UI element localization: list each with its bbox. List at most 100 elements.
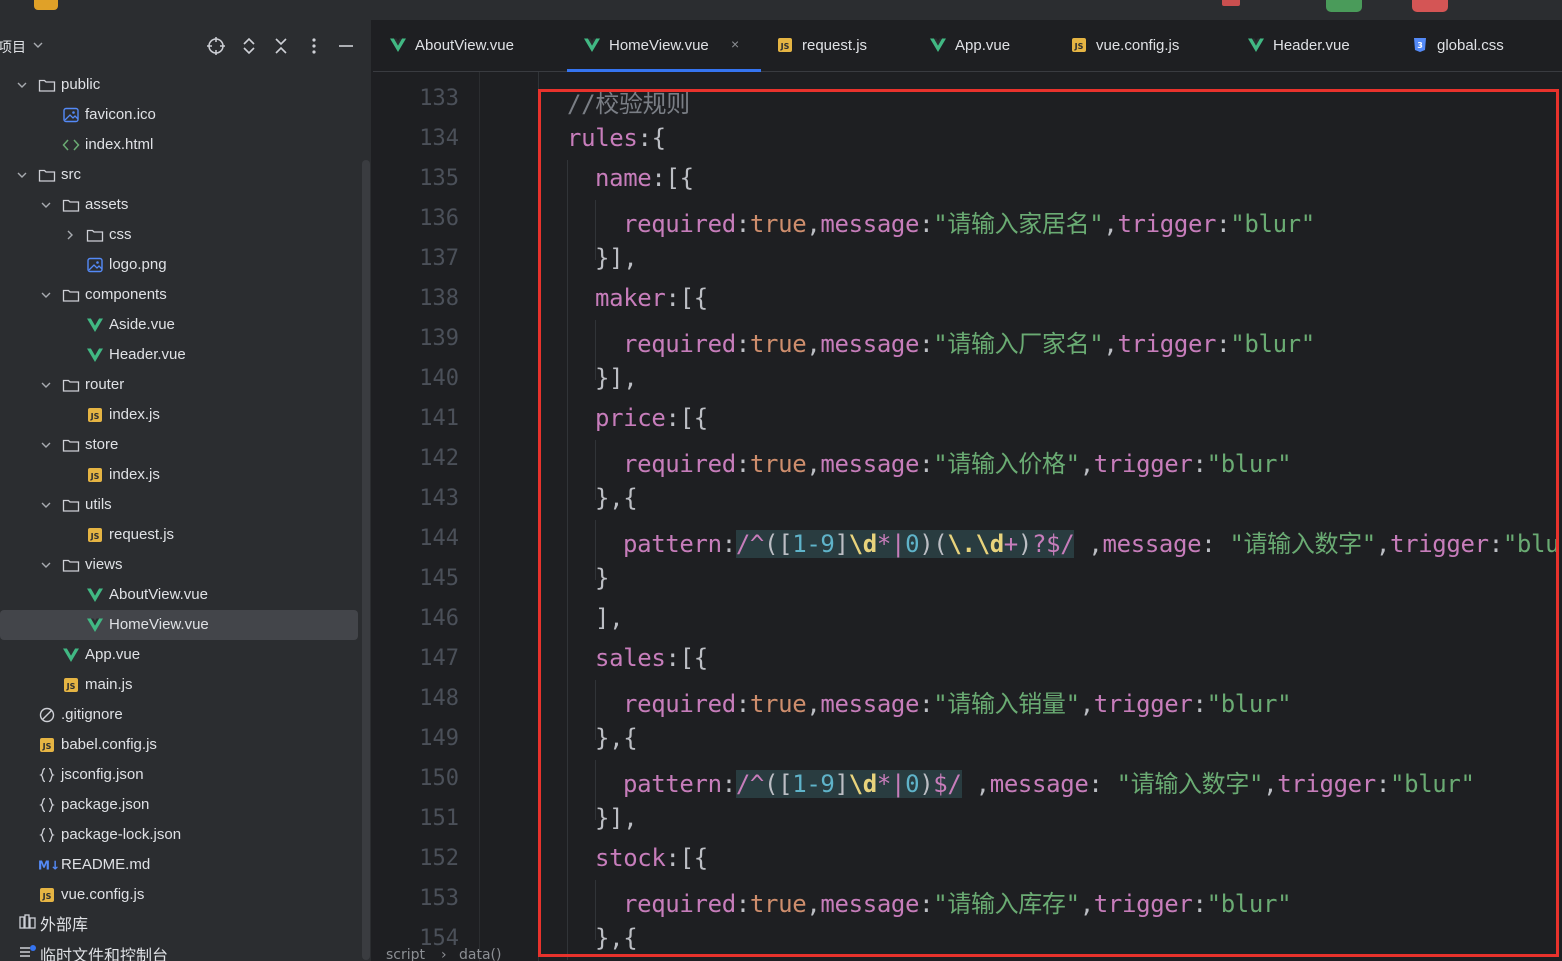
collapse-all-icon[interactable] [270, 35, 292, 57]
locate-icon[interactable] [205, 35, 227, 57]
stop-button[interactable] [1412, 0, 1448, 12]
more-options-icon[interactable] [303, 35, 325, 57]
line-number[interactable]: 143 [393, 486, 459, 511]
tree-folder-item[interactable]: utils [0, 490, 358, 520]
expand-all-icon[interactable] [238, 35, 260, 57]
line-number[interactable]: 136 [393, 206, 459, 231]
chevron-down-icon[interactable] [40, 499, 52, 511]
line-number[interactable]: 144 [393, 526, 459, 551]
tree-folder-item[interactable]: store [0, 430, 358, 460]
tree-file-item[interactable]: App.vue [0, 640, 358, 670]
chevron-down-icon[interactable] [40, 439, 52, 451]
tree-item-label: favicon.ico [85, 106, 156, 123]
tree-file-item[interactable]: Aside.vue [0, 310, 358, 340]
line-number[interactable]: 133 [393, 86, 459, 111]
run-button[interactable] [1326, 0, 1362, 12]
folder-icon [62, 287, 80, 303]
chevron-down-icon[interactable] [40, 289, 52, 301]
line-number[interactable]: 138 [393, 286, 459, 311]
line-number[interactable]: 135 [393, 166, 459, 191]
chevron-down-icon[interactable] [40, 559, 52, 571]
tree-file-item[interactable]: M↓ README.md [0, 850, 358, 880]
tree-file-item[interactable]: index.html [0, 130, 358, 160]
chevron-down-icon[interactable] [16, 169, 28, 181]
editor-tab[interactable]: AboutView.vue [389, 20, 559, 72]
tree-file-item[interactable]: JS index.js [0, 400, 358, 430]
tree-folder-item[interactable]: components [0, 280, 358, 310]
line-number[interactable]: 147 [393, 646, 459, 671]
title-bar [0, 0, 1562, 20]
tree-item-label: index.html [85, 136, 154, 153]
tree-file-item[interactable]: .gitignore [0, 700, 358, 730]
tree-file-item[interactable]: AboutView.vue [0, 580, 358, 610]
editor-tab[interactable]: Header.vue [1247, 20, 1387, 72]
tab-label: vue.config.js [1096, 37, 1180, 54]
tree-file-item[interactable]: jsconfig.json [0, 760, 358, 790]
breadcrumb-item[interactable]: script [386, 947, 425, 961]
vue-file-icon [929, 37, 947, 53]
scratches-label: 临时文件和控制台 [40, 946, 169, 961]
tree-item-label: Header.vue [109, 346, 186, 363]
tree-file-item[interactable]: package.json [0, 790, 358, 820]
editor-tab[interactable]: JS request.js [776, 20, 906, 72]
tree-item-label: logo.png [109, 256, 167, 273]
folder-icon [86, 227, 104, 243]
tree-file-item[interactable]: Header.vue [0, 340, 358, 370]
vue-file-icon [583, 37, 601, 53]
tree-folder-item[interactable]: assets [0, 190, 358, 220]
line-number[interactable]: 146 [393, 606, 459, 631]
project-scrollbar[interactable] [362, 160, 370, 960]
chevron-down-icon[interactable] [40, 379, 52, 391]
line-number[interactable]: 142 [393, 446, 459, 471]
tree-folder-item[interactable]: src [0, 160, 358, 190]
js-file-icon: JS [86, 467, 104, 483]
chevron-down-icon[interactable] [33, 40, 43, 50]
line-number-gutter: 133 134 135 136 137 138 139 140 141 142 143 144 145 1… [373, 72, 480, 961]
tree-folder-item[interactable]: views [0, 550, 358, 580]
chevron-down-icon[interactable] [16, 79, 28, 91]
run-config-icon[interactable] [1222, 0, 1240, 6]
chevron-right-icon[interactable] [64, 229, 76, 241]
tree-file-item[interactable]: JS babel.config.js [0, 730, 358, 760]
breadcrumb: script › data() [373, 943, 1562, 961]
editor-tab[interactable]: 3 global.css [1411, 20, 1551, 72]
line-number[interactable]: 152 [393, 846, 459, 871]
line-number[interactable]: 134 [393, 126, 459, 151]
tree-file-item[interactable]: logo.png [0, 250, 358, 280]
tree-file-item[interactable]: favicon.ico [0, 100, 358, 130]
line-number[interactable]: 137 [393, 246, 459, 271]
tree-item-label: index.js [109, 406, 160, 423]
line-number[interactable]: 153 [393, 886, 459, 911]
tree-file-item[interactable]: package-lock.json [0, 820, 358, 850]
line-number[interactable]: 141 [393, 406, 459, 431]
line-number[interactable]: 150 [393, 766, 459, 791]
line-number[interactable]: 148 [393, 686, 459, 711]
project-panel-title[interactable]: 项目 [0, 37, 26, 57]
project-badge[interactable] [34, 0, 58, 10]
js-file-icon: JS [62, 677, 80, 693]
tree-folder-item[interactable]: router [0, 370, 358, 400]
line-number[interactable]: 151 [393, 806, 459, 831]
line-number[interactable]: 145 [393, 566, 459, 591]
tree-file-item[interactable]: JS request.js [0, 520, 358, 550]
tree-file-item[interactable]: HomeView.vue [0, 610, 358, 640]
scratches-and-consoles[interactable]: 临时文件和控制台 [0, 936, 371, 961]
close-tab-icon[interactable]: × [731, 36, 739, 52]
tree-folder-item[interactable]: public [0, 70, 358, 100]
line-number[interactable]: 140 [393, 366, 459, 391]
editor-tab[interactable]: JS vue.config.js [1070, 20, 1220, 72]
breadcrumb-item[interactable]: data() [459, 947, 501, 961]
line-number[interactable]: 139 [393, 326, 459, 351]
editor-tab[interactable]: HomeView.vue × [567, 20, 767, 72]
tree-item-label: src [61, 166, 81, 183]
tree-item-label: utils [85, 496, 112, 513]
line-number[interactable]: 149 [393, 726, 459, 751]
minimize-icon[interactable] [335, 35, 357, 57]
tree-file-item[interactable]: JS main.js [0, 670, 358, 700]
js-file-icon: JS [38, 737, 56, 753]
external-libraries[interactable]: 外部库 [0, 906, 371, 936]
tree-folder-item[interactable]: css [0, 220, 358, 250]
editor-tab[interactable]: App.vue [929, 20, 1049, 72]
tree-file-item[interactable]: JS index.js [0, 460, 358, 490]
chevron-down-icon[interactable] [40, 199, 52, 211]
